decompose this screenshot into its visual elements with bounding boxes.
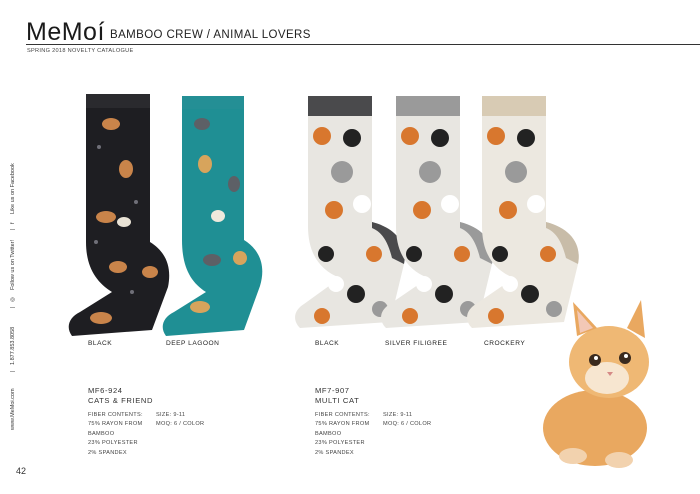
color-label-deep-lagoon: DEEP LAGOON — [166, 340, 220, 347]
brand-logo: MeMoí — [26, 18, 105, 46]
size-moq: SIZE: 9-11 MOQ: 6 / COLOR — [383, 411, 431, 430]
product-info-mf6-924: MF6-924 CATS & FRIEND — [88, 386, 153, 406]
moq-value: MOQ: 6 / COLOR — [156, 421, 205, 428]
fiber-line: 2% SPANDEX — [315, 449, 354, 456]
facebook-icon[interactable]: f — [10, 222, 16, 224]
size-moq: SIZE: 9-11 MOQ: 6 / COLOR — [156, 411, 204, 430]
fiber-line: BAMBOO — [88, 430, 115, 437]
product-info-mf7-907: MF7-907 MULTI CAT — [315, 386, 359, 406]
header-divider — [26, 44, 700, 45]
breadcrumb: BAMBOO CREW / ANIMAL LOVERS — [110, 29, 311, 41]
product-code: MF7-907 — [315, 386, 350, 395]
size-value: SIZE: 9-11 — [156, 412, 186, 418]
fiber-line: 23% POLYESTER — [88, 440, 138, 447]
website-link[interactable]: www.MeMoi.com — [10, 388, 16, 430]
fiber-line: 75% RAYON FROM — [315, 421, 370, 428]
color-label-black: BLACK — [88, 340, 113, 347]
sidebar-divider: | — [10, 370, 16, 372]
fiber-label: FIBER CONTENTS: — [315, 412, 370, 418]
product-code: MF6-924 — [88, 386, 123, 395]
sidebar-divider: | — [10, 228, 16, 230]
phone-number: 1.877.853.8058 — [10, 326, 16, 365]
sock-cats-friend-deep-lagoon — [162, 96, 263, 336]
fiber-line: 75% RAYON FROM — [88, 421, 143, 428]
color-label-crockery: CROCKERY — [484, 340, 526, 347]
fiber-line: 2% SPANDEX — [88, 449, 127, 456]
sidebar-divider: | — [10, 306, 16, 308]
catalogue-subtitle: SPRING 2018 NOVELTY CATALOGUE — [27, 48, 134, 54]
fiber-line: BAMBOO — [315, 430, 342, 437]
color-label-black: BLACK — [315, 340, 340, 347]
fiber-label: FIBER CONTENTS: — [88, 412, 143, 418]
contact-sidebar: www.MeMoi.com | 1.877.853.8058 | ◎ Follo… — [10, 160, 30, 430]
kitten-photo — [543, 300, 649, 468]
moq-value: MOQ: 6 / COLOR — [383, 421, 432, 428]
page-number: 42 — [16, 466, 27, 476]
sock-multi-cat-crockery — [467, 96, 579, 328]
fiber-contents: FIBER CONTENTS: 75% RAYON FROM BAMBOO 23… — [315, 411, 370, 458]
product-name: MULTI CAT — [315, 396, 360, 405]
facebook-link[interactable]: Like us on Facebook — [10, 163, 16, 214]
twitter-link[interactable]: Follow us on Twitter! — [10, 240, 16, 290]
instagram-icon[interactable]: ◎ — [10, 297, 16, 302]
product-name: CATS & FRIEND — [88, 396, 154, 405]
color-label-silver-filigree: SILVER FILIGREE — [385, 340, 448, 347]
fiber-contents: FIBER CONTENTS: 75% RAYON FROM BAMBOO 23… — [88, 411, 143, 458]
fiber-line: 23% POLYESTER — [315, 440, 365, 447]
sock-cats-friend-black — [68, 94, 170, 336]
size-value: SIZE: 9-11 — [383, 412, 413, 418]
